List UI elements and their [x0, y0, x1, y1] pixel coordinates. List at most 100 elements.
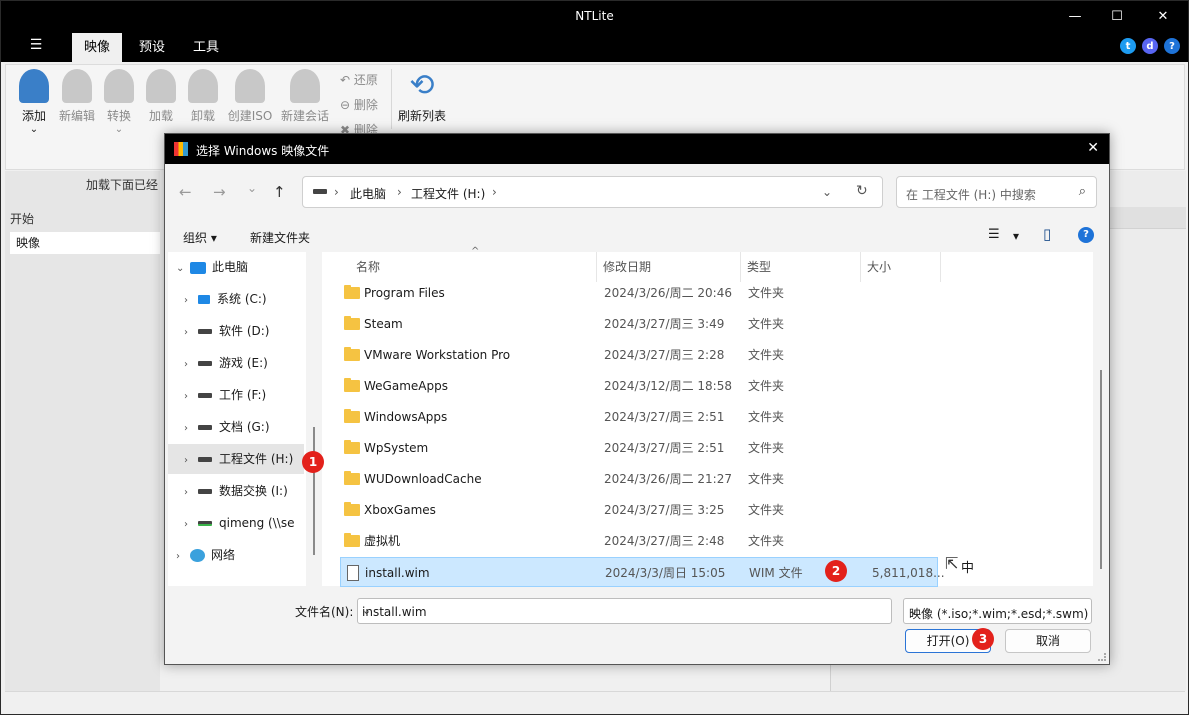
- convert-label: 转换: [106, 109, 131, 123]
- file-date: 2024/3/27/周三 2:28: [604, 348, 725, 362]
- filetype-dropdown-chevron-icon: ⌄: [909, 604, 919, 617]
- help-icon[interactable]: ?: [1078, 227, 1094, 243]
- breadcrumb-this-pc[interactable]: 此电脑: [350, 185, 386, 202]
- list-item[interactable]: Program Files 2024/3/26/周二 20:46 文件夹: [340, 278, 938, 308]
- breadcrumb-project-drive[interactable]: 工程文件 (H:): [411, 185, 485, 202]
- discord-icon[interactable]: d: [1142, 38, 1158, 54]
- tree-label: 工作 (F:): [219, 388, 267, 402]
- status-bar: [5, 691, 1185, 713]
- restore-button[interactable]: ↶ 还原: [340, 71, 378, 88]
- tree-label: 文档 (G:): [219, 420, 270, 434]
- list-item[interactable]: XboxGames 2024/3/27/周三 3:25 文件夹: [340, 495, 938, 525]
- organize-menu[interactable]: 组织 ▾: [183, 229, 217, 246]
- list-item[interactable]: VMware Workstation Pro 2024/3/27/周三 2:28 文…: [340, 340, 938, 370]
- search-input[interactable]: 在 工程文件 (H:) 中搜索 ⌕: [896, 176, 1097, 208]
- file-name: WindowsApps: [364, 410, 448, 424]
- forward-arrow-icon[interactable]: →: [213, 183, 226, 201]
- refresh-icon: ⟲: [409, 68, 435, 103]
- ntlite-window: NTLite — ☐ ✕ ☰ 映像 预设 工具 t d ? 添加 ⌄ 新编辑 转…: [0, 0, 1189, 715]
- convert-button[interactable]: 转换 ⌄: [98, 69, 140, 135]
- tab-presets[interactable]: 预设: [127, 33, 177, 62]
- minimize-button[interactable]: —: [1052, 1, 1098, 32]
- close-button[interactable]: ✕: [1140, 1, 1186, 32]
- tree-item-network-drive[interactable]: › qimeng (\\se: [184, 508, 306, 538]
- add-image-icon: [19, 69, 49, 103]
- up-arrow-icon[interactable]: ↑: [273, 183, 286, 201]
- tab-image[interactable]: 映像: [72, 33, 123, 62]
- refresh-list-label: 刷新列表: [397, 109, 446, 123]
- refresh-list-button[interactable]: ⟲ 刷新列表: [394, 69, 450, 124]
- remove-button[interactable]: ⊖ 删除: [340, 96, 378, 113]
- back-arrow-icon[interactable]: ←: [179, 183, 192, 201]
- list-item[interactable]: Steam 2024/3/27/周三 3:49 文件夹: [340, 309, 938, 339]
- list-item[interactable]: WpSystem 2024/3/27/周三 2:51 文件夹: [340, 433, 938, 463]
- view-options-icon[interactable]: ☰: [988, 227, 1000, 242]
- add-label: 添加: [21, 109, 46, 123]
- drive-icon: [198, 425, 212, 430]
- twitter-icon[interactable]: t: [1120, 38, 1136, 54]
- drive-icon: [198, 393, 212, 398]
- tree-item-drive-f[interactable]: › 工作 (F:): [184, 380, 266, 410]
- filename-input[interactable]: install.wim ⌄: [357, 598, 892, 624]
- filename-dropdown-chevron-icon[interactable]: ⌄: [362, 604, 885, 617]
- expand-chevron-icon: ›: [184, 487, 188, 498]
- hamburger-menu-icon[interactable]: ☰: [23, 37, 49, 57]
- unload-button[interactable]: 卸载: [182, 69, 224, 124]
- file-date: 2024/3/26/周二 21:27: [604, 472, 732, 486]
- tree-item-network[interactable]: › 网络: [176, 540, 235, 570]
- search-placeholder: 在 工程文件 (H:) 中搜索: [906, 188, 1036, 202]
- file-type: 文件夹: [748, 317, 785, 331]
- restore-label: 还原: [353, 73, 378, 87]
- tree-item-drive-g[interactable]: › 文档 (G:): [184, 412, 270, 442]
- dialog-title: 选择 Windows 映像文件: [196, 144, 330, 158]
- file-date: 2024/3/27/周三 2:48: [604, 534, 725, 548]
- tree-item-this-pc[interactable]: ⌄ 此电脑: [176, 252, 248, 282]
- list-item[interactable]: WUDownloadCache 2024/3/26/周二 21:27 文件夹: [340, 464, 938, 494]
- drive-icon: [198, 361, 212, 366]
- file-name: 虚拟机: [364, 534, 401, 548]
- file-list-scrollbar[interactable]: [1100, 370, 1102, 569]
- file-list: ^ 名称 修改日期 类型 大小 Program Files 2024/3/26/周…: [322, 246, 1093, 587]
- list-item[interactable]: WindowsApps 2024/3/27/周三 2:51 文件夹: [340, 402, 938, 432]
- file-date: 2024/3/27/周三 2:51: [604, 410, 725, 424]
- cancel-button[interactable]: 取消: [1005, 629, 1091, 653]
- help-icon[interactable]: ?: [1164, 38, 1180, 54]
- list-item-selected[interactable]: install.wim 2024/3/3/周日 15:05 WIM 文件 5,811,…: [340, 557, 945, 587]
- tree-item-drive-c[interactable]: › 系统 (C:): [184, 284, 267, 314]
- annotation-badge: 2: [825, 560, 847, 582]
- file-name: Steam: [364, 317, 403, 331]
- resize-grip-icon[interactable]: [1098, 653, 1106, 661]
- recent-locations-chevron-icon[interactable]: ⌄: [247, 181, 257, 195]
- folder-icon: [344, 409, 360, 423]
- maximize-button[interactable]: ☐: [1094, 1, 1140, 32]
- load-icon: [146, 69, 176, 103]
- tree-item-drive-h[interactable]: › 工程文件 (H:): [168, 444, 304, 474]
- dialog-close-icon[interactable]: ✕: [1087, 140, 1099, 156]
- list-item[interactable]: 虚拟机 2024/3/27/周三 2:48 文件夹: [340, 526, 938, 556]
- new-session-icon: [290, 69, 320, 103]
- address-dropdown-chevron-icon[interactable]: ⌄: [822, 185, 832, 199]
- tree-item-drive-d[interactable]: › 软件 (D:): [184, 316, 269, 346]
- add-button[interactable]: 添加 ⌄: [12, 69, 56, 135]
- view-chevron-icon[interactable]: ▾: [1013, 229, 1019, 243]
- file-icon: [347, 565, 359, 581]
- tree-item-drive-i[interactable]: › 数据交换 (I:): [184, 476, 288, 506]
- tab-tools[interactable]: 工具: [181, 33, 231, 62]
- tree-item-drive-e[interactable]: › 游戏 (E:): [184, 348, 268, 378]
- load-button[interactable]: 加载: [140, 69, 182, 124]
- create-iso-button[interactable]: 创建ISO: [224, 69, 276, 124]
- filetype-select[interactable]: 映像 (*.iso;*.wim;*.esd;*.swm) ⌄: [903, 598, 1092, 624]
- tree-scrollbar[interactable]: [313, 427, 315, 555]
- refresh-icon[interactable]: ↻: [856, 183, 868, 199]
- new-edit-button[interactable]: 新编辑: [56, 69, 98, 124]
- folder-icon: [344, 316, 360, 330]
- load-label: 加载: [148, 109, 173, 123]
- folder-icon: [344, 285, 360, 299]
- filename-label: 文件名(N):: [295, 605, 354, 619]
- preview-pane-icon[interactable]: ▯: [1043, 225, 1051, 243]
- new-session-button[interactable]: 新建会话: [276, 69, 334, 124]
- list-item[interactable]: WeGameApps 2024/3/12/周二 18:58 文件夹: [340, 371, 938, 401]
- address-bar[interactable]: › 此电脑 › 工程文件 (H:) › ⌄ ↻: [302, 176, 883, 208]
- new-folder-button[interactable]: 新建文件夹: [250, 229, 310, 246]
- image-list-item[interactable]: 映像: [10, 232, 160, 254]
